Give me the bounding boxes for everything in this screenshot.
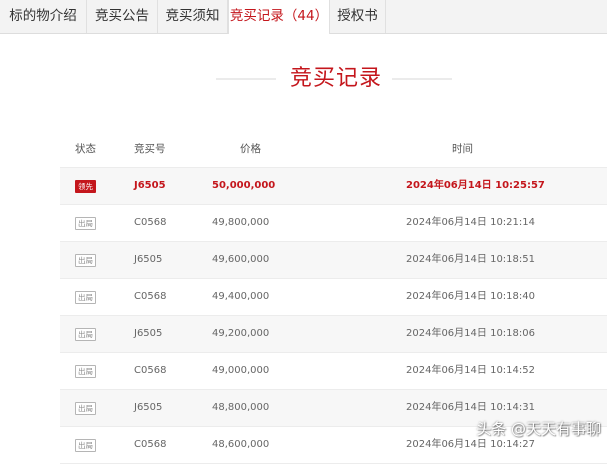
bid-price: 49,600,000 (212, 254, 270, 265)
bid-price: 49,200,000 (212, 328, 270, 339)
bid-number: C0568 (134, 365, 167, 376)
bid-price: 49,400,000 (212, 291, 270, 302)
bid-number: C0568 (134, 291, 167, 302)
bid-price: 49,800,000 (212, 217, 270, 228)
table-row: 出局 C0568 49,000,000 2024年06月14日 10:14:52 (60, 353, 607, 390)
table-header: 状态 竞买号 价格 时间 (60, 131, 607, 168)
bid-number: C0568 (134, 439, 167, 450)
status-badge-out: 出局 (75, 217, 96, 230)
status-badge-out: 出局 (75, 328, 96, 341)
tab-bid-records[interactable]: 竞买记录（44） (228, 0, 330, 34)
status-badge-out: 出局 (75, 439, 96, 452)
bid-price: 49,000,000 (212, 365, 270, 376)
tab-bar: 标的物介绍 竞买公告 竞买须知 竞买记录（44） 授权书 (0, 0, 607, 34)
header-bid-number: 竞买号 (134, 143, 166, 155)
bid-time: 2024年06月14日 10:21:14 (406, 217, 535, 228)
bid-time: 2024年06月14日 10:18:40 (406, 291, 535, 302)
heading-divider-right (392, 78, 452, 80)
bid-number: J6505 (134, 180, 166, 191)
bid-number: J6505 (134, 254, 163, 265)
bid-records-table: 状态 竞买号 价格 时间 领先 J6505 50,000,000 2024年06… (60, 131, 607, 464)
header-time: 时间 (452, 143, 473, 155)
section-title: 竞买记录 (289, 66, 382, 91)
bid-number: J6505 (134, 328, 163, 339)
table-row: 出局 C0568 49,800,000 2024年06月14日 10:21:14 (60, 205, 607, 242)
bid-time: 2024年06月14日 10:18:51 (406, 254, 535, 265)
table-row: 领先 J6505 50,000,000 2024年06月14日 10:25:57 (60, 168, 607, 205)
tab-label: 标的物介绍 (9, 8, 77, 24)
tab-label: 竞买记录（44） (229, 8, 329, 24)
bid-price: 48,600,000 (212, 439, 270, 450)
bid-time: 2024年06月14日 10:14:52 (406, 365, 535, 376)
bid-time: 2024年06月14日 10:25:57 (406, 180, 545, 191)
table-row: 出局 J6505 49,200,000 2024年06月14日 10:18:06 (60, 316, 607, 353)
tab-label: 授权书 (337, 8, 378, 24)
section-heading: 竞买记录 (0, 58, 607, 98)
status-badge-out: 出局 (75, 291, 96, 304)
bid-number: J6505 (134, 402, 163, 413)
status-badge-leading: 领先 (75, 180, 96, 193)
status-badge-out: 出局 (75, 402, 96, 415)
table-row: 出局 J6505 49,600,000 2024年06月14日 10:18:51 (60, 242, 607, 279)
table-row: 出局 C0568 49,400,000 2024年06月14日 10:18:40 (60, 279, 607, 316)
header-price: 价格 (240, 143, 261, 155)
tab-notice[interactable]: 竞买须知 (158, 0, 228, 33)
bid-price: 48,800,000 (212, 402, 270, 413)
tab-authorization[interactable]: 授权书 (330, 0, 386, 33)
bid-time: 2024年06月14日 10:18:06 (406, 328, 535, 339)
header-status: 状态 (75, 143, 96, 155)
status-badge-out: 出局 (75, 365, 96, 378)
bid-number: C0568 (134, 217, 167, 228)
tab-label: 竞买须知 (165, 8, 220, 24)
heading-divider-left (216, 78, 276, 80)
watermark-text: 头条 @天天有事聊 (476, 420, 601, 438)
bid-price: 50,000,000 (212, 180, 276, 191)
status-badge-out: 出局 (75, 254, 96, 267)
tab-announcement[interactable]: 竞买公告 (87, 0, 158, 33)
tab-item-intro[interactable]: 标的物介绍 (0, 0, 87, 33)
tab-label: 竞买公告 (95, 8, 149, 24)
